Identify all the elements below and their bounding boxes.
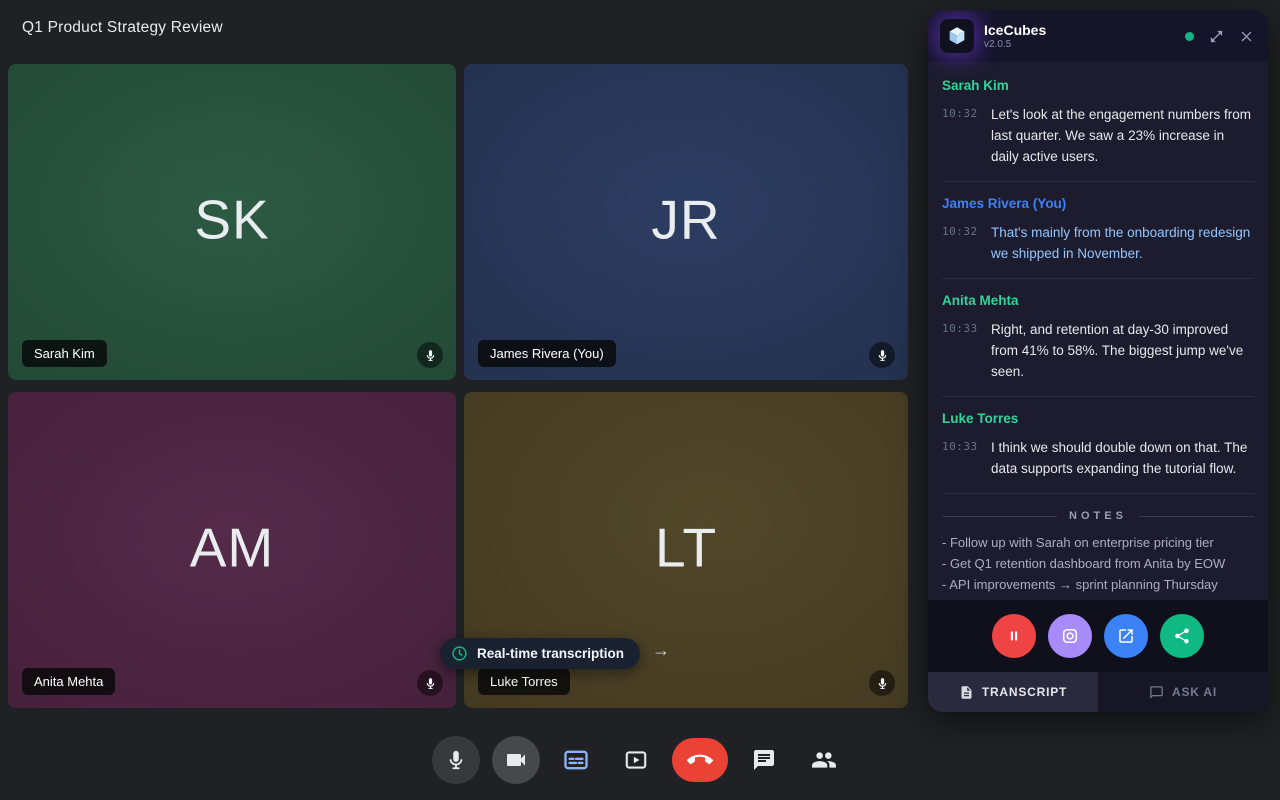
captions-button[interactable] [552,736,600,784]
tab-ask-ai-label: ASK AI [1172,685,1217,699]
present-button[interactable] [612,736,660,784]
panel-tabbar: TRANSCRIPT ASK AI [928,672,1268,712]
video-grid: SK Sarah Kim JR James Rivera (You) AM An… [8,64,908,708]
tab-transcript[interactable]: TRANSCRIPT [928,672,1098,712]
mic-status-icon [417,342,443,368]
meeting-title: Q1 Product Strategy Review [22,19,223,37]
realtime-transcription-label: Real-time transcription [477,646,624,661]
speaker-name: Anita Mehta [942,293,1254,308]
mic-status-icon [417,670,443,696]
speaker-name: James Rivera (You) [942,196,1254,211]
tab-ask-ai[interactable]: ASK AI [1098,672,1268,712]
status-dot [1185,32,1194,41]
transcript-entry: Sarah Kim 10:32 Let's look at the engage… [942,64,1254,182]
participant-initials: AM [8,515,456,579]
participant-initials: SK [8,187,456,251]
transcript-text: Right, and retention at day-30 improved … [991,319,1254,382]
video-tile-james[interactable]: JR James Rivera (You) [464,64,908,380]
record-button[interactable] [1048,614,1092,658]
close-icon[interactable] [1239,29,1254,44]
tab-transcript-label: TRANSCRIPT [982,685,1067,699]
people-button[interactable] [800,736,848,784]
app-name: IceCubes [984,22,1046,38]
transcript-text: That's mainly from the onboarding redesi… [991,222,1254,264]
chat-button[interactable] [740,736,788,784]
panel-actions [928,600,1268,672]
timestamp: 10:32 [942,222,980,264]
transcript-text: Let's look at the engagement numbers fro… [991,104,1254,167]
icecubes-panel: IceCubes v2.0.5 Sarah Kim 10:32 Let's lo… [928,10,1268,712]
speaker-name: Sarah Kim [942,78,1254,93]
transcript-scroll-area[interactable]: Sarah Kim 10:32 Let's look at the engage… [928,62,1268,600]
document-icon [959,685,974,700]
speaker-name: Luke Torres [942,411,1254,426]
transcript-entry: James Rivera (You) 10:32 That's mainly f… [942,182,1254,279]
microphone-button[interactable] [432,736,480,784]
notes-heading: NOTES [942,510,1254,522]
timestamp: 10:33 [942,437,980,479]
participant-name-label: James Rivera (You) [478,340,616,367]
video-tile-anita[interactable]: AM Anita Mehta [8,392,456,708]
participant-name-label: Anita Mehta [22,668,115,695]
share-button[interactable] [1160,614,1204,658]
participant-name-label: Luke Torres [478,668,570,695]
note-item: - Get Q1 retention dashboard from Anita … [942,554,1254,575]
app-version: v2.0.5 [984,39,1046,50]
note-item: - Follow up with Sarah on enterprise pri… [942,533,1254,554]
transcript-text: I think we should double down on that. T… [991,437,1254,479]
timestamp: 10:33 [942,319,980,382]
camera-button[interactable] [492,736,540,784]
chat-bubble-icon [1149,685,1164,700]
note-item: - API improvements → sprint planning Thu… [942,575,1254,596]
video-tile-sarah[interactable]: SK Sarah Kim [8,64,456,380]
open-external-button[interactable] [1104,614,1148,658]
realtime-transcription-pill[interactable]: Real-time transcription [440,638,640,669]
hang-up-button[interactable] [672,738,728,782]
expand-icon[interactable] [1209,29,1224,44]
timestamp: 10:32 [942,104,980,167]
panel-header: IceCubes v2.0.5 [928,10,1268,62]
participant-initials: LT [464,515,908,579]
icecubes-app-icon [940,19,974,53]
mic-status-icon [869,342,895,368]
tooltip-arrow-icon[interactable]: → [652,640,670,661]
transcript-entry: Luke Torres 10:33 I think we should doub… [942,397,1254,494]
mic-status-icon [869,670,895,696]
pause-button[interactable] [992,614,1036,658]
call-toolbar [0,734,1280,786]
clock-icon [451,645,468,662]
participant-name-label: Sarah Kim [22,340,107,367]
participant-initials: JR [464,187,908,251]
transcript-entry: Anita Mehta 10:33 Right, and retention a… [942,279,1254,397]
